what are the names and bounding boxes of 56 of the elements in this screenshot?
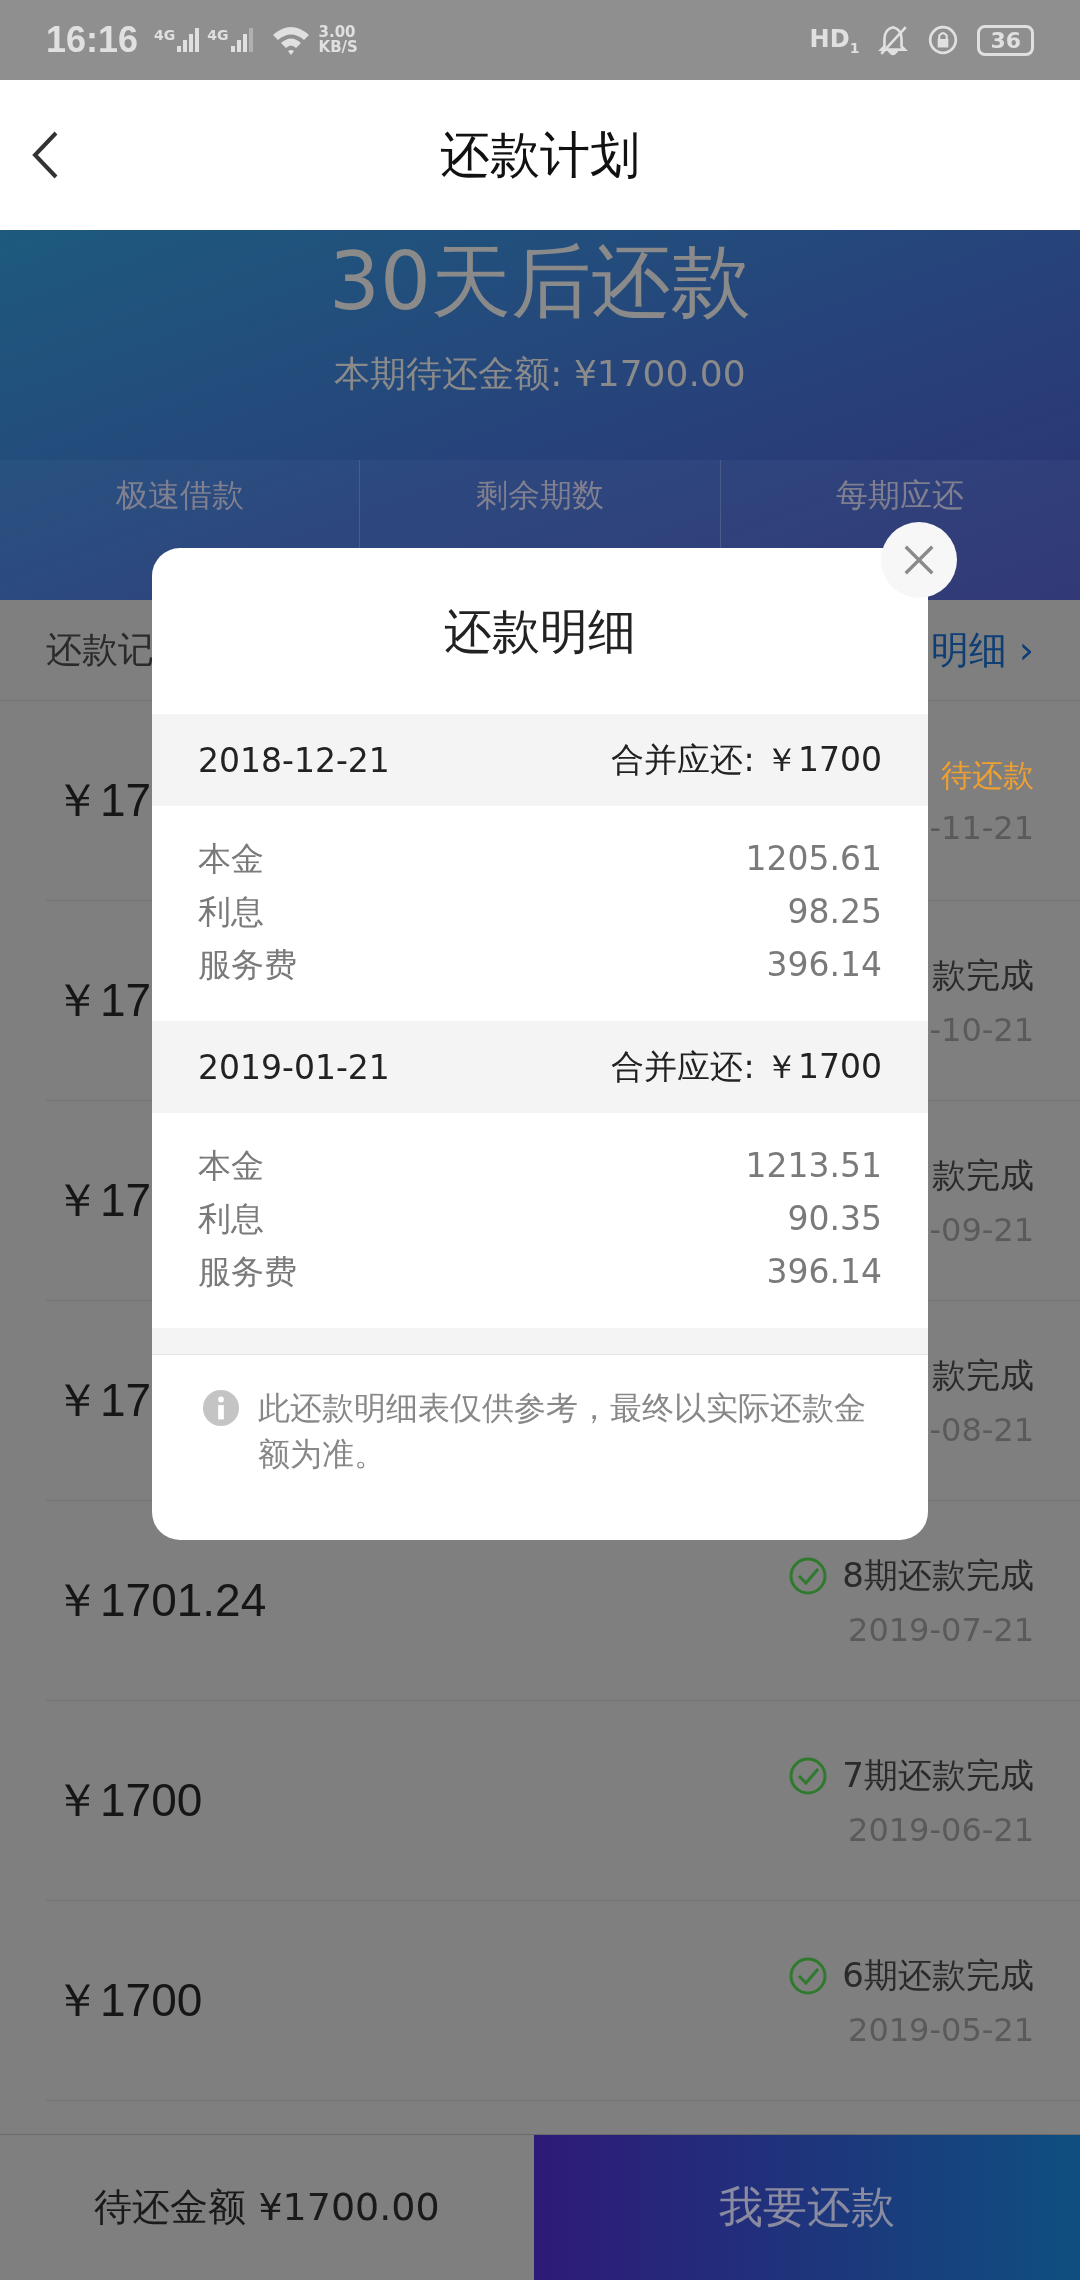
amount-text: ￥1700 bbox=[54, 1972, 203, 2028]
stat-label: 剩余期数 bbox=[476, 475, 604, 516]
due-amount: 本期待还金额: ¥1700.00 bbox=[334, 352, 746, 396]
network-label: 4G bbox=[207, 27, 229, 43]
status-text: 款完成 bbox=[932, 953, 1034, 997]
item-label: 本金 bbox=[198, 838, 264, 880]
period-date: 2018-12-21 bbox=[198, 740, 390, 780]
details-link[interactable]: 明细 › bbox=[930, 624, 1034, 676]
repay-button[interactable]: 我要还款 bbox=[534, 2135, 1080, 2280]
period-total: 合并应还: ￥1700 bbox=[611, 1045, 882, 1088]
status-text: 7期还款完成 bbox=[842, 1753, 1034, 1797]
hd-indicator: HD$_{1}$ bbox=[809, 24, 860, 56]
stat-label: 极速借款 bbox=[115, 475, 244, 516]
network-label: 4G bbox=[154, 27, 176, 43]
item-value: 396.14 bbox=[766, 944, 882, 986]
item-value: 396.14 bbox=[766, 1251, 882, 1293]
speed-unit: KB/S bbox=[318, 40, 358, 55]
signal-icon bbox=[230, 27, 253, 53]
page-title: 还款计划 bbox=[440, 124, 640, 186]
check-circle-icon bbox=[788, 1955, 829, 1996]
amount-text: ￥17 bbox=[54, 1172, 152, 1228]
status-text: 6期还款完成 bbox=[842, 1953, 1034, 1997]
back-button[interactable] bbox=[30, 130, 60, 180]
clock-time: 16:16 bbox=[46, 19, 139, 61]
bell-muted-icon bbox=[877, 24, 910, 56]
check-circle-icon bbox=[788, 1755, 829, 1796]
item-label: 利息 bbox=[198, 1198, 264, 1240]
amount-text: ￥17 bbox=[54, 1372, 152, 1428]
item-value: 90.35 bbox=[787, 1198, 882, 1240]
item-label: 服务费 bbox=[198, 944, 297, 986]
amount-text: ￥1701.24 bbox=[54, 1572, 267, 1628]
item-value: 1213.51 bbox=[745, 1145, 882, 1187]
info-icon bbox=[202, 1389, 240, 1427]
item-value: 98.25 bbox=[787, 891, 882, 933]
amount-text: ￥17 bbox=[54, 972, 152, 1028]
period-date: 2019-01-21 bbox=[198, 1047, 390, 1087]
amount-text: ￥1700 bbox=[54, 1772, 203, 1828]
signal-icon bbox=[177, 27, 200, 53]
speed-value: 3.00 bbox=[318, 25, 356, 40]
amount-text: ￥17 bbox=[54, 772, 152, 828]
check-circle-icon bbox=[788, 1555, 829, 1596]
rotation-lock-icon bbox=[927, 24, 960, 56]
section-title: 还款记 bbox=[46, 627, 154, 672]
item-label: 服务费 bbox=[198, 1251, 297, 1293]
status-text: 款完成 bbox=[932, 1353, 1034, 1397]
due-headline: 30天后还款 bbox=[329, 234, 751, 330]
item-label: 利息 bbox=[198, 891, 264, 933]
period-total: 合并应还: ￥1700 bbox=[611, 738, 882, 781]
dialog-title: 还款明细 bbox=[444, 602, 636, 661]
disclaimer-text: 此还款明细表仅供参考，最终以实际还款金额为准。 bbox=[258, 1388, 867, 1475]
status-text: 8期还款完成 bbox=[842, 1553, 1034, 1597]
item-label: 本金 bbox=[198, 1145, 264, 1187]
item-value: 1205.61 bbox=[745, 838, 882, 880]
stat-label: 每期应还 bbox=[836, 475, 965, 516]
battery-indicator: 36 bbox=[977, 24, 1034, 56]
status-text: 款完成 bbox=[932, 1153, 1034, 1197]
